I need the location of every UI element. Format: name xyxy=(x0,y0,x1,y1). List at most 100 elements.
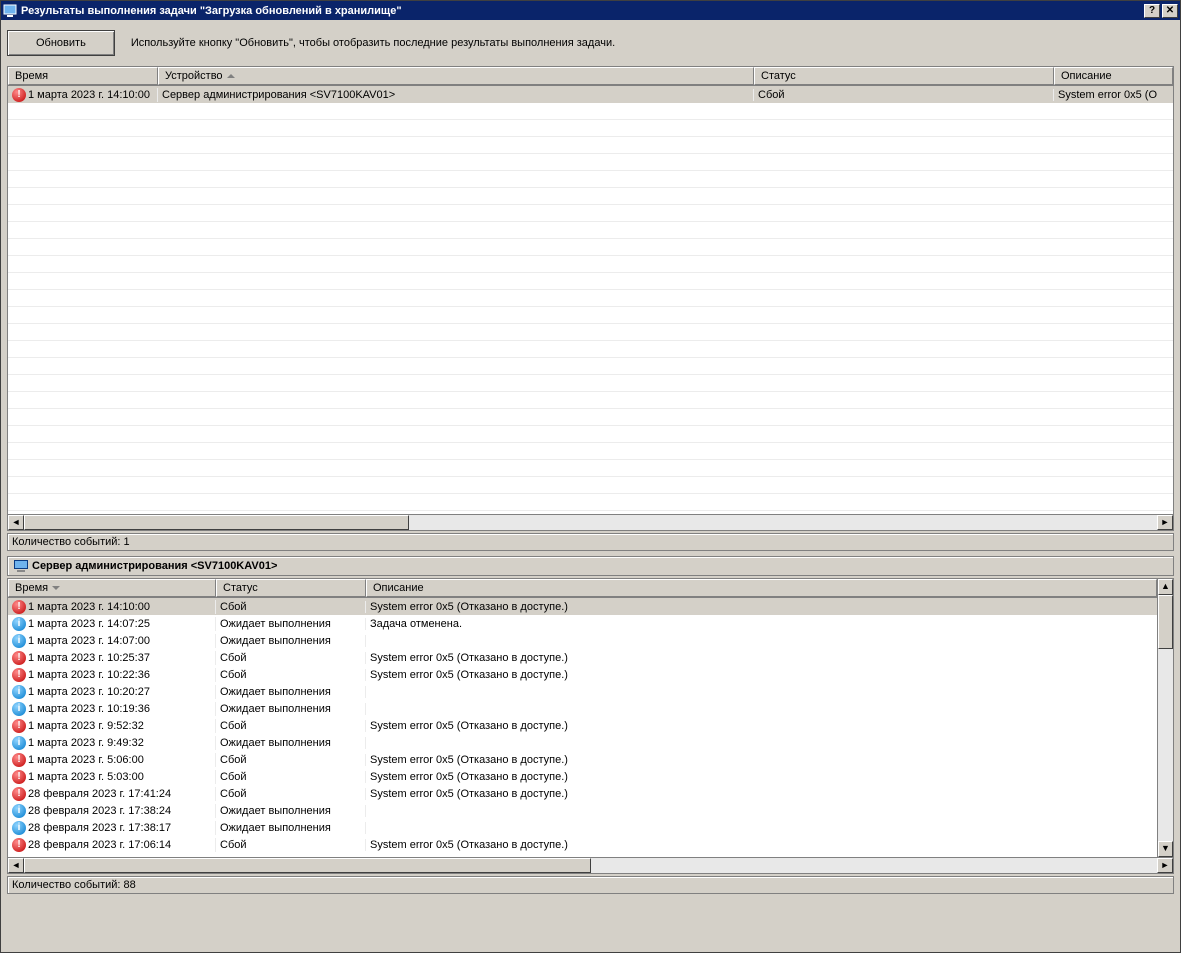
error-icon: ! xyxy=(12,838,26,852)
refresh-button[interactable]: Обновить xyxy=(7,30,115,56)
cell-status: Сбой xyxy=(216,669,366,681)
empty-row xyxy=(8,137,1173,154)
close-button[interactable]: ✕ xyxy=(1162,4,1178,18)
empty-row xyxy=(8,222,1173,239)
cell-time: 1 марта 2023 г. 5:03:00 xyxy=(28,771,144,783)
table-row[interactable]: !1 марта 2023 г. 14:10:00СбойSystem erro… xyxy=(8,598,1157,615)
table-row[interactable]: i1 марта 2023 г. 9:49:32Ожидает выполнен… xyxy=(8,734,1157,751)
col-description-label: Описание xyxy=(1061,70,1112,82)
empty-row xyxy=(8,409,1173,426)
empty-row xyxy=(8,307,1173,324)
table-row[interactable]: !1 марта 2023 г. 5:06:00СбойSystem error… xyxy=(8,751,1157,768)
server-icon xyxy=(14,560,28,572)
empty-row xyxy=(8,460,1173,477)
error-icon: ! xyxy=(12,753,26,767)
scroll-thumb-v[interactable] xyxy=(1158,595,1173,649)
cell-status: Ожидает выполнения xyxy=(216,822,366,834)
h-scrollbar-bottom[interactable]: ◄ ► xyxy=(8,857,1173,873)
scroll-track-v[interactable] xyxy=(1158,595,1173,841)
table-row[interactable]: i28 февраля 2023 г. 17:38:24Ожидает выпо… xyxy=(8,802,1157,819)
scroll-right-icon[interactable]: ► xyxy=(1157,858,1173,873)
cell-description: System error 0x5 (Отказано в доступе.) xyxy=(366,669,1157,681)
table-row[interactable]: !1 марта 2023 г. 10:22:36СбойSystem erro… xyxy=(8,666,1157,683)
scroll-track[interactable] xyxy=(24,858,1157,873)
col-device-label: Устройство xyxy=(165,70,223,82)
devices-grid-header: Время Устройство Статус Описание xyxy=(8,67,1173,86)
cell-status: Сбой xyxy=(216,720,366,732)
empty-row xyxy=(8,239,1173,256)
table-row[interactable]: !1 марта 2023 г. 10:25:37СбойSystem erro… xyxy=(8,649,1157,666)
col2-time[interactable]: Время xyxy=(8,579,216,597)
table-row[interactable]: !28 февраля 2023 г. 17:06:14СбойSystem e… xyxy=(8,836,1157,853)
cell-description: System error 0x5 (Отказано в доступе.) xyxy=(366,720,1157,732)
col-description[interactable]: Описание xyxy=(1054,67,1173,85)
empty-row xyxy=(8,154,1173,171)
table-row[interactable]: i1 марта 2023 г. 10:20:27Ожидает выполне… xyxy=(8,683,1157,700)
col-time[interactable]: Время xyxy=(8,67,158,85)
empty-row xyxy=(8,256,1173,273)
cell-time: 28 февраля 2023 г. 17:06:14 xyxy=(28,839,171,851)
refresh-hint: Используйте кнопку "Обновить", чтобы ото… xyxy=(131,37,615,49)
empty-row xyxy=(8,120,1173,137)
cell-status: Сбой xyxy=(216,652,366,664)
task-results-window: Результаты выполнения задачи "Загрузка о… xyxy=(0,0,1181,953)
empty-row xyxy=(8,171,1173,188)
table-row[interactable]: i1 марта 2023 г. 14:07:00Ожидает выполне… xyxy=(8,632,1157,649)
cell-description: System error 0x5 (Отказано в доступе.) xyxy=(366,601,1157,613)
scroll-track[interactable] xyxy=(24,515,1157,530)
scroll-left-icon[interactable]: ◄ xyxy=(8,858,24,873)
table-row[interactable]: !1 марта 2023 г. 14:10:00Сервер админист… xyxy=(8,86,1173,103)
cell-time: 28 февраля 2023 г. 17:38:17 xyxy=(28,822,171,834)
devices-status: Количество событий: 1 xyxy=(7,533,1174,551)
table-row[interactable]: !1 марта 2023 г. 9:52:32СбойSystem error… xyxy=(8,717,1157,734)
detail-header: Сервер администрирования <SV7100KAV01> xyxy=(7,556,1174,576)
table-row[interactable]: !28 февраля 2023 г. 17:41:24СбойSystem e… xyxy=(8,785,1157,802)
error-icon: ! xyxy=(12,668,26,682)
cell-device: Сервер администрирования <SV7100KAV01> xyxy=(158,89,754,101)
info-icon: i xyxy=(12,804,26,818)
events-status: Количество событий: 88 xyxy=(7,876,1174,894)
cell-time: 1 марта 2023 г. 14:07:00 xyxy=(28,635,150,647)
col-status[interactable]: Статус xyxy=(754,67,1054,85)
cell-status: Ожидает выполнения xyxy=(216,703,366,715)
error-icon: ! xyxy=(12,651,26,665)
empty-row xyxy=(8,426,1173,443)
help-button[interactable]: ? xyxy=(1144,4,1160,18)
table-row[interactable]: i28 февраля 2023 г. 17:38:17 Ожидает выпо… xyxy=(8,819,1157,836)
scroll-left-icon[interactable]: ◄ xyxy=(8,515,24,530)
scroll-thumb[interactable] xyxy=(24,858,591,873)
empty-row xyxy=(8,103,1173,120)
cell-status: Ожидает выполнения xyxy=(216,618,366,630)
table-row[interactable]: i1 марта 2023 г. 10:19:36Ожидает выполне… xyxy=(8,700,1157,717)
col-device[interactable]: Устройство xyxy=(158,67,754,85)
cell-status: Сбой xyxy=(216,839,366,851)
h-scrollbar-top[interactable]: ◄ ► xyxy=(8,514,1173,530)
info-icon: i xyxy=(12,821,26,835)
empty-row xyxy=(8,273,1173,290)
table-row[interactable]: i1 марта 2023 г. 14:07:25Ожидает выполне… xyxy=(8,615,1157,632)
scroll-up-icon[interactable]: ▲ xyxy=(1158,579,1173,595)
cell-status: Ожидает выполнения xyxy=(216,635,366,647)
cell-time: 28 февраля 2023 г. 17:41:24 xyxy=(28,788,171,800)
scroll-right-icon[interactable]: ► xyxy=(1157,515,1173,530)
client-area: Обновить Используйте кнопку "Обновить", … xyxy=(1,20,1180,952)
col2-description[interactable]: Описание xyxy=(366,579,1157,597)
col2-time-label: Время xyxy=(15,582,48,594)
table-row[interactable]: !1 марта 2023 г. 5:03:00СбойSystem error… xyxy=(8,768,1157,785)
v-scrollbar[interactable]: ▲ ▼ xyxy=(1157,579,1173,857)
events-grid-header: Время Статус Описание xyxy=(8,579,1157,598)
scroll-down-icon[interactable]: ▼ xyxy=(1158,841,1173,857)
cell-description: Задача отменена. xyxy=(366,618,1157,630)
events-grid-body: !1 марта 2023 г. 14:10:00СбойSystem erro… xyxy=(8,598,1157,857)
info-icon: i xyxy=(12,702,26,716)
error-icon: ! xyxy=(12,787,26,801)
events-grid: Время Статус Описание !1 марта 2023 г. 1… xyxy=(7,578,1174,874)
cell-time: 1 марта 2023 г. 5:06:00 xyxy=(28,754,144,766)
error-icon: ! xyxy=(12,719,26,733)
titlebar[interactable]: Результаты выполнения задачи "Загрузка о… xyxy=(1,1,1180,20)
col2-status[interactable]: Статус xyxy=(216,579,366,597)
scroll-thumb[interactable] xyxy=(24,515,409,530)
empty-row xyxy=(8,205,1173,222)
sort-asc-icon xyxy=(227,74,235,78)
cell-status: Сбой xyxy=(216,601,366,613)
